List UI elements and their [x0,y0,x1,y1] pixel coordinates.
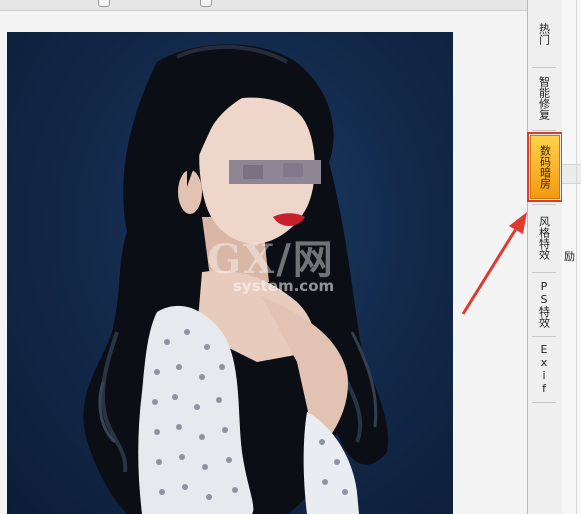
tab-divider [532,204,556,205]
tab-divider [532,402,556,403]
watermark-domain: system.com [233,277,335,295]
tab-divider [532,272,556,273]
top-toolbar-strip [0,0,528,11]
tab-divider [532,130,556,131]
tab-digital-darkroom[interactable]: 数码暗房 [527,132,563,202]
tab-ps-effects[interactable]: PS特效 [530,275,558,333]
tab-smart-repair[interactable]: 智能修复 [530,70,558,126]
tab-smart-repair-label: 智能修复 [537,76,551,120]
watermark: GX/网 system.com [207,227,367,307]
arrow-pointer-icon [461,212,527,315]
tab-style-effects[interactable]: 风格特效 [530,207,558,269]
panel-divider [576,0,577,514]
tab-exif[interactable]: Exif [530,339,558,399]
tab-divider [532,67,556,68]
photo-preview[interactable]: GX/网 system.com [7,32,453,514]
panel-glyph: 励 [564,250,575,263]
canvas-area: GX/网 system.com [0,11,528,514]
toolbar-handle[interactable] [98,0,110,7]
tab-hot[interactable]: 热门 [530,4,558,64]
right-panel-edge: 励 [562,0,581,514]
tab-digital-darkroom-label: 数码暗房 [538,145,552,189]
sidebar-tabs: 热门 智能修复 数码暗房 风格特效 PS特效 Exif [527,0,563,514]
tab-style-effects-label: 风格特效 [537,216,551,260]
tab-divider [532,336,556,337]
tab-hot-label: 热门 [537,23,551,45]
tab-exif-label: Exif [537,343,551,395]
toolbar-handle[interactable] [200,0,212,7]
tab-ps-effects-label: PS特效 [537,280,551,328]
panel-header-strip [562,164,581,184]
